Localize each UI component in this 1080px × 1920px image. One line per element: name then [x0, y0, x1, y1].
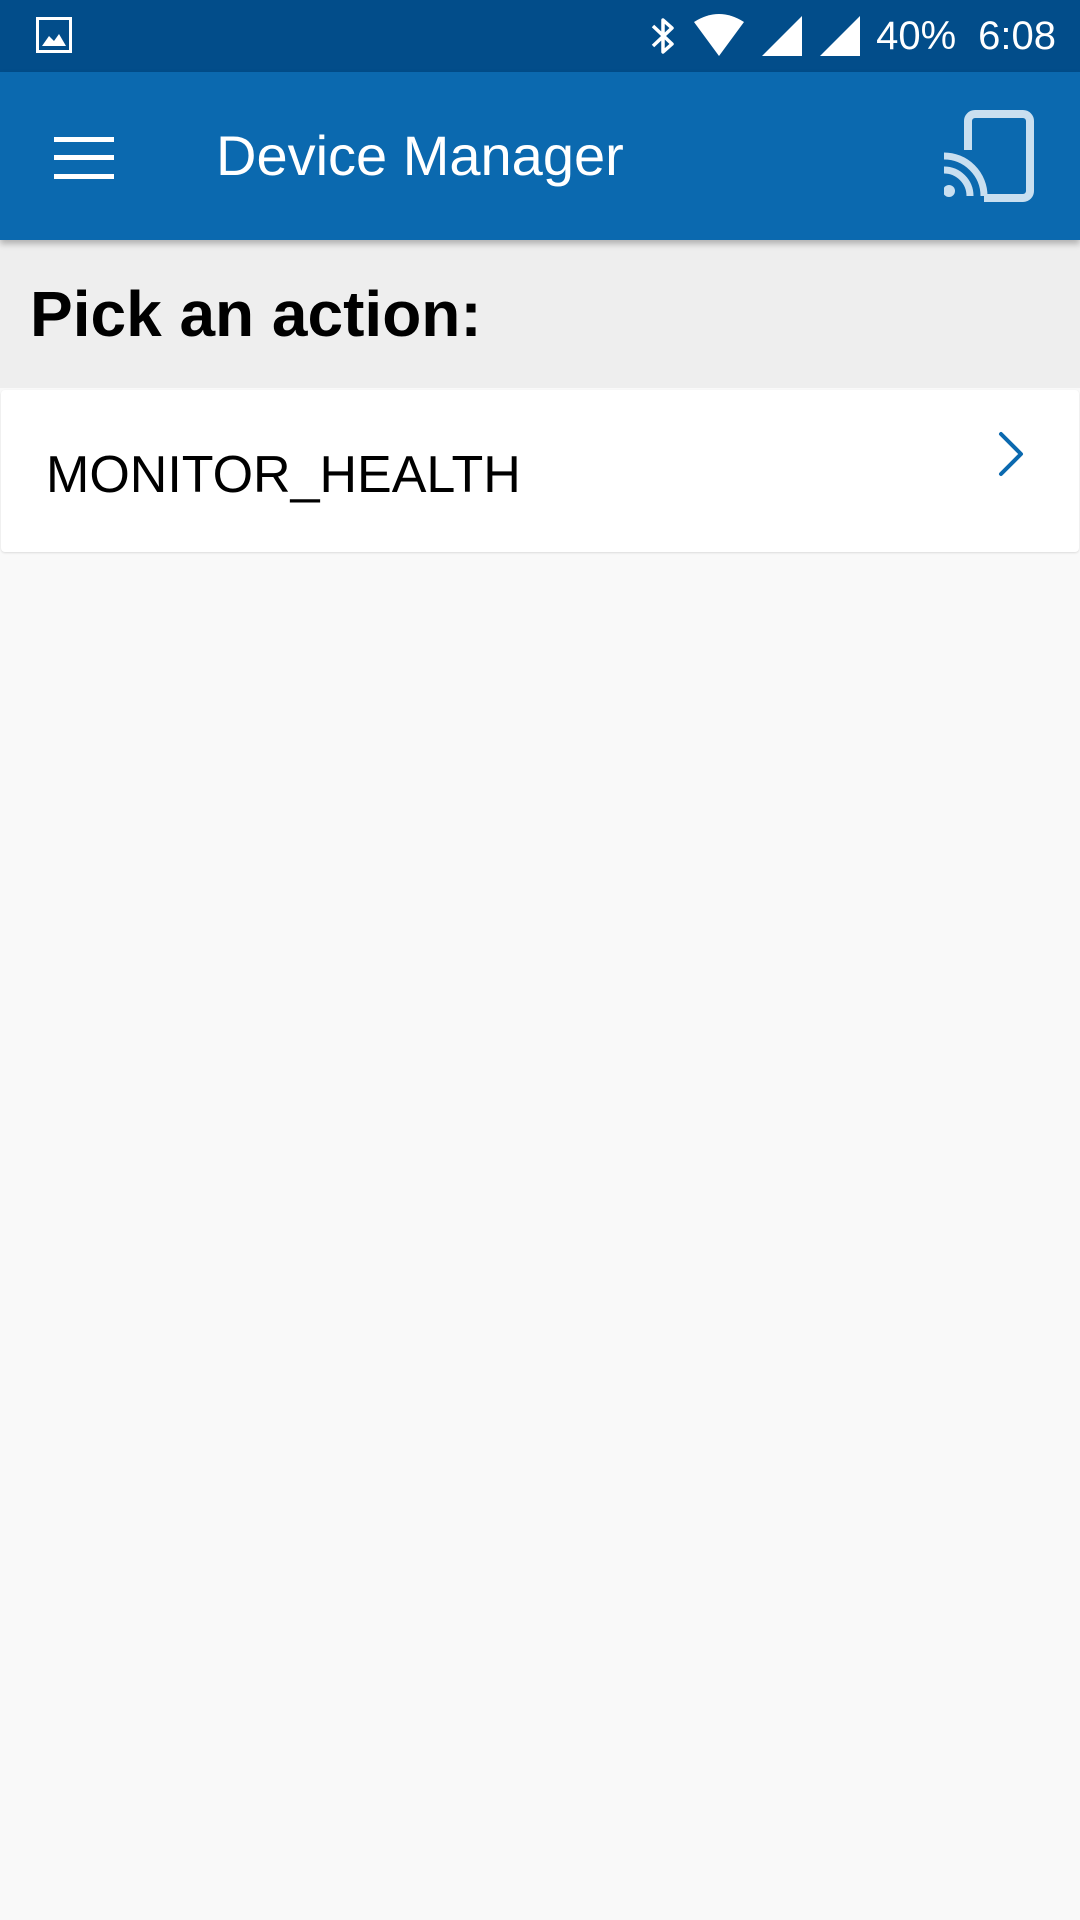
cast-icon[interactable] — [944, 110, 1036, 202]
action-item-label: MONITOR_HEALTH — [46, 446, 521, 504]
action-list: MONITOR_HEALTH — [0, 390, 1080, 552]
status-icons: 40% 6:08 — [648, 0, 1056, 72]
menu-button[interactable] — [40, 114, 128, 202]
app-bar: Device Manager — [0, 72, 1080, 240]
action-item-monitor-health[interactable]: MONITOR_HEALTH — [1, 390, 1079, 552]
status-bar: 40% 6:08 — [0, 0, 1080, 72]
status-time: 6:08 — [978, 14, 1056, 58]
hamburger-menu-icon — [54, 137, 114, 179]
signal-icon — [820, 16, 861, 56]
section-title: Pick an action: — [30, 278, 482, 350]
chevron-right-icon — [999, 432, 1023, 476]
signal-icon — [762, 16, 803, 56]
image-notification-icon — [36, 17, 72, 53]
section-header: Pick an action: — [0, 240, 1080, 388]
bluetooth-icon — [651, 18, 674, 54]
page-title: Device Manager — [216, 124, 624, 187]
battery-percentage: 40% — [876, 14, 957, 58]
wifi-icon — [694, 14, 745, 56]
